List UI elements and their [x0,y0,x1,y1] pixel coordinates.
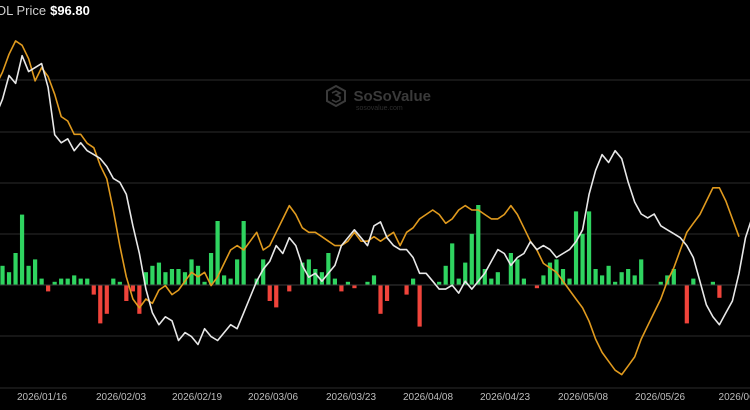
x-tick-label: 2026/01/16 [17,392,67,403]
flow-bar [111,278,116,285]
flow-bar [521,278,526,285]
flow-bar [222,275,227,285]
flow-bar [267,285,272,301]
flow-bar [98,285,103,324]
chart-grid [0,79,750,389]
flow-bar [717,285,722,298]
watermark-name: SoSoValue [353,87,431,105]
price-value: $96.80 [50,3,90,18]
sosovalue-logo-icon [326,85,346,107]
flow-bar [632,275,637,285]
flow-bar [541,275,546,285]
flow-bar [228,278,233,285]
flow-bar [150,265,155,285]
flow-bar [6,272,12,285]
flow-bars [0,205,750,327]
flow-bar [619,272,624,285]
flow-bar [156,262,162,285]
flow-bar [384,285,390,301]
flow-bar [313,269,318,285]
flow-bar [46,285,51,292]
flow-bar [104,285,109,314]
flow-bar [65,278,70,285]
x-tick-label: 2026/05/26 [635,392,685,403]
flow-bar [326,253,331,285]
x-tick-label: 2026/02/19 [172,392,222,403]
flow-bar [450,243,455,285]
flow-bar [456,278,461,285]
flow-bar [26,265,31,285]
flow-bar [417,285,422,327]
flow-bar [124,285,129,301]
flow-bar [176,269,181,285]
flow-bar [235,259,240,285]
flow-bar [508,253,513,285]
flow-bar [586,211,592,285]
flow-bar [593,269,598,285]
flow-bar [0,265,5,285]
x-tick-label: 2026/03/06 [248,392,298,403]
flow-bar [606,265,611,285]
flow-bar [39,278,44,285]
flow-bar [573,211,579,285]
flow-bar [13,253,18,285]
chart-canvas: 2026/01/16 2026/02/03 2026/02/19 2026/03/06… [0,40,750,403]
flow-bar [72,275,77,285]
x-tick-label: 2026/03/23 [326,392,376,403]
flow-bar [33,259,38,285]
x-tick-label: 2026/04/23 [480,392,530,403]
flow-bar [371,275,377,285]
flow-bar [274,285,279,308]
x-tick-label: 2026/02/03 [96,392,146,403]
flow-bar [306,259,311,285]
flow-bar [404,285,409,295]
flow-bar [443,265,448,285]
flow-bar [78,278,83,285]
flow-bar [85,278,90,285]
flow-bar [287,285,292,292]
flow-bar [580,233,585,285]
flow-bar [332,278,337,285]
x-tick-label: 2026/06/ [719,392,750,403]
flow-bar [19,214,25,285]
flow-bar [469,233,474,285]
flow-bar [600,275,605,285]
price-legend: OL Price $96.80 [0,3,90,18]
flow-bar [476,205,481,285]
flow-bar [378,285,383,314]
flow-bar [626,269,631,285]
flow-bar [567,278,572,285]
flow-bar [241,221,246,285]
flow-bar [495,272,500,285]
flow-bar [137,285,142,314]
flow-bar [163,272,168,285]
x-tick-label: 2026/05/08 [558,392,608,403]
flow-bar [91,285,96,295]
flow-bar [169,269,175,285]
flow-bar [691,278,696,285]
series-label: OL Price [0,3,47,18]
watermark-sub: sosovalue.com [356,105,403,112]
watermark: SoSoValue sosovalue.com [326,85,431,112]
flow-bar [684,285,689,324]
flow-bar [411,278,416,285]
x-tick-label: 2026/04/08 [403,392,453,403]
flow-bar [208,253,214,285]
flow-bar [59,278,64,285]
flow-bar [489,278,494,285]
flow-bar [639,259,644,285]
flow-bar [130,285,135,292]
flow-bar [515,259,520,285]
x-axis: 2026/01/16 2026/02/03 2026/02/19 2026/03/06… [17,392,750,403]
flow-bar [339,285,344,292]
